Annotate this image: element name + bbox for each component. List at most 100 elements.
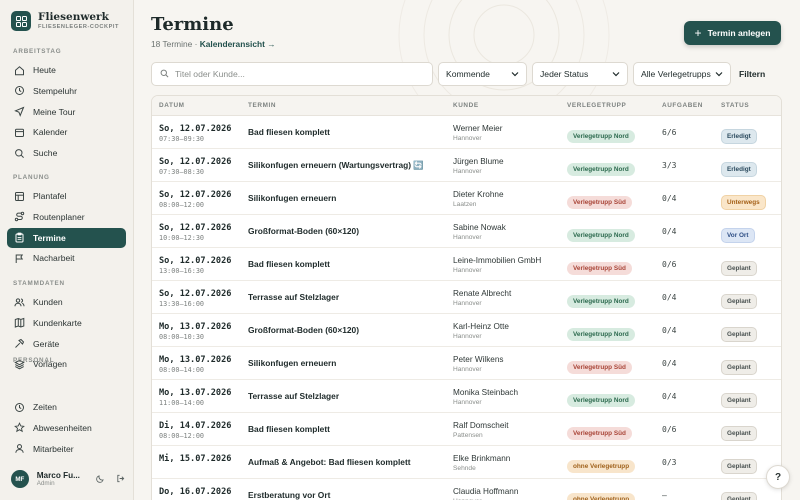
customer-name: Elke Brinkmann	[453, 454, 511, 463]
table-row[interactable]: Di, 14.07.2026 08:00–12:00 Bad fliesen kom…	[152, 413, 781, 446]
appointment-title[interactable]: Bad fliesen komplett	[248, 424, 330, 434]
appointment-title[interactable]: Terrasse auf Stelzlager	[248, 391, 339, 401]
appointment-time: 11:00–14:00	[159, 399, 205, 407]
appointment-time: 13:00–16:30	[159, 267, 205, 275]
customer-cell: Monika Steinbach Hannover	[453, 387, 518, 408]
sidebar-item-label: Abwesenheiten	[33, 422, 92, 433]
customer-name: Dieter Krohne	[453, 190, 504, 199]
help-button[interactable]: ?	[766, 465, 790, 489]
sidebar-item-label: Zeiten	[33, 402, 57, 412]
appointment-time: 08:00–12:00	[159, 201, 205, 209]
brand[interactable]: Fliesenwerk FLIESENLEGER-COCKPIT	[11, 11, 119, 31]
table-row[interactable]: So, 12.07.2026 13:00–16:30 Bad fliesen kom…	[152, 248, 781, 281]
hammer-icon	[14, 338, 25, 349]
sidebar-item-plantafel[interactable]: Plantafel	[7, 186, 126, 206]
appointment-title[interactable]: Terrasse auf Stelzlager	[248, 292, 339, 302]
status-cell: Geplant	[721, 455, 757, 474]
column-header-tasks[interactable]: AUFGABEN	[662, 102, 703, 109]
column-header-date[interactable]: DATUM	[159, 102, 185, 109]
search-icon	[160, 65, 169, 83]
sidebar-item-geräte[interactable]: Geräte	[7, 334, 126, 354]
appointment-time: 13:30–16:00	[159, 300, 205, 308]
sidebar-item-label: Mitarbeiter	[33, 443, 74, 454]
customer-name: Monika Steinbach	[453, 388, 519, 397]
status-cell: Geplant	[721, 257, 757, 276]
status-select-value: Jeder Status	[540, 69, 589, 79]
appointment-time: 07:30–09:30	[159, 135, 205, 143]
appointments-table: DATUM TERMIN KUNDE VERLEGETRUPP AUFGABEN…	[151, 95, 782, 500]
table-row[interactable]: So, 12.07.2026 07:30–09:30 Bad fliesen kom…	[152, 116, 781, 149]
table-row[interactable]: So, 12.07.2026 08:00–12:00 Silikonfugen er…	[152, 182, 781, 215]
new-appointment-button[interactable]: + Termin anlegen	[684, 21, 781, 45]
search-input[interactable]	[175, 69, 415, 79]
appointment-title[interactable]: Aufmaß & Angebot: Bad fliesen komplett	[248, 457, 411, 467]
appointment-title[interactable]: Bad fliesen komplett	[248, 127, 330, 137]
board-icon	[14, 191, 25, 202]
customer-name: Karl-Heinz Otte	[453, 322, 509, 331]
status-select[interactable]: Jeder Status	[532, 62, 628, 86]
sidebar-item-kunden[interactable]: Kunden	[7, 292, 126, 312]
team-select[interactable]: Alle Verlegetrupps	[633, 62, 731, 86]
date-cell: So, 12.07.2026 07:30–09:30	[159, 124, 231, 144]
table-row[interactable]: Do, 16.07.2026 Erstberatung vor Ort Claudi…	[152, 479, 781, 500]
sidebar-item-heute[interactable]: Heute	[7, 60, 126, 80]
table-row[interactable]: So, 12.07.2026 07:30–08:30 Silikonfugen er…	[152, 149, 781, 182]
appointment-title[interactable]: Silikonfugen erneuern (Wartungsvertrag) …	[248, 160, 424, 171]
status-cell: Geplant	[721, 488, 757, 500]
column-header-customer[interactable]: KUNDE	[453, 102, 479, 109]
sidebar-item-kundenkarte[interactable]: Kundenkarte	[7, 313, 126, 333]
sidebar-item-termine[interactable]: Termine	[7, 227, 126, 248]
route-icon	[14, 211, 25, 222]
customer-city: Hannover	[453, 168, 482, 175]
sidebar-item-suche[interactable]: Suche	[7, 143, 126, 163]
sidebar-item-meine-tour[interactable]: Meine Tour	[7, 102, 126, 122]
user-profile: MF Marco Fu... Admin	[11, 468, 125, 490]
appointment-title[interactable]: Erstberatung vor Ort	[248, 490, 330, 500]
users-icon	[14, 297, 25, 308]
brand-name: Fliesenwerk	[38, 11, 109, 23]
calendar-view-link[interactable]: Kalenderansicht →	[200, 39, 276, 49]
avatar[interactable]: MF	[11, 470, 29, 488]
table-row[interactable]: Mo, 13.07.2026 08:00–10:30 Großformat-Bode…	[152, 314, 781, 347]
appointment-title[interactable]: Silikonfugen erneuern	[248, 193, 336, 203]
sidebar-item-zeiten[interactable]: Zeiten	[7, 397, 126, 417]
date-cell: So, 12.07.2026 13:00–16:30	[159, 256, 231, 276]
sidebar-item-mitarbeiter[interactable]: Mitarbeiter	[7, 439, 126, 459]
appointment-title[interactable]: Großformat-Boden (60×120)	[248, 226, 359, 236]
table-row[interactable]: Mo, 13.07.2026 08:00–14:00 Silikonfugen er…	[152, 347, 781, 380]
table-row[interactable]: So, 12.07.2026 10:00–12:30 Großformat-Bode…	[152, 215, 781, 248]
table-row[interactable]: Mo, 13.07.2026 11:00–14:00 Terrasse auf St…	[152, 380, 781, 413]
status-badge: Geplant	[721, 327, 757, 342]
appointment-title[interactable]: Silikonfugen erneuern	[248, 358, 336, 368]
table-row[interactable]: Mi, 15.07.2026 Aufmaß & Angebot: Bad flie…	[152, 446, 781, 479]
team-badge: Verlegetrupp Süd	[567, 361, 632, 374]
table-header: DATUM TERMIN KUNDE VERLEGETRUPP AUFGABEN…	[152, 96, 781, 116]
sidebar-item-label: Routenplaner	[33, 211, 85, 222]
table-row[interactable]: So, 12.07.2026 13:30–16:00 Terrasse auf St…	[152, 281, 781, 314]
sidebar-item-kalender[interactable]: Kalender	[7, 122, 126, 142]
column-header-status[interactable]: STATUS	[721, 102, 749, 109]
customer-city: Laatzen	[453, 201, 477, 208]
column-header-team[interactable]: VERLEGETRUPP	[567, 102, 626, 109]
filter-button[interactable]: Filtern	[739, 62, 765, 86]
moon-icon[interactable]	[96, 470, 105, 488]
team-cell: ohne Verlegetrupp	[567, 488, 636, 500]
sidebar-item-stempeluhr[interactable]: Stempeluhr	[7, 81, 126, 101]
search-box[interactable]	[151, 62, 433, 86]
customer-city: Hannover	[453, 333, 482, 340]
team-cell: Verlegetrupp Nord	[567, 323, 635, 341]
sidebar-item-abwesenheiten[interactable]: Abwesenheiten	[7, 418, 126, 438]
logout-icon[interactable]	[116, 470, 125, 488]
status-badge: Geplant	[721, 360, 757, 375]
period-select[interactable]: Kommende	[438, 62, 527, 86]
sidebar-item-label: Kunden	[33, 297, 63, 307]
sidebar-item-routenplaner[interactable]: Routenplaner	[7, 207, 126, 227]
appointment-title[interactable]: Großformat-Boden (60×120)	[248, 325, 359, 335]
customer-city: Pattensen	[453, 432, 483, 439]
appointment-date: Di, 14.07.2026	[159, 421, 232, 431]
appointment-title[interactable]: Bad fliesen komplett	[248, 259, 330, 269]
column-header-appointment[interactable]: TERMIN	[248, 102, 276, 109]
customer-cell: Peter Wilkens Hannover	[453, 354, 504, 375]
team-cell: Verlegetrupp Nord	[567, 389, 635, 407]
sidebar-item-nacharbeit[interactable]: Nacharbeit	[7, 248, 126, 268]
